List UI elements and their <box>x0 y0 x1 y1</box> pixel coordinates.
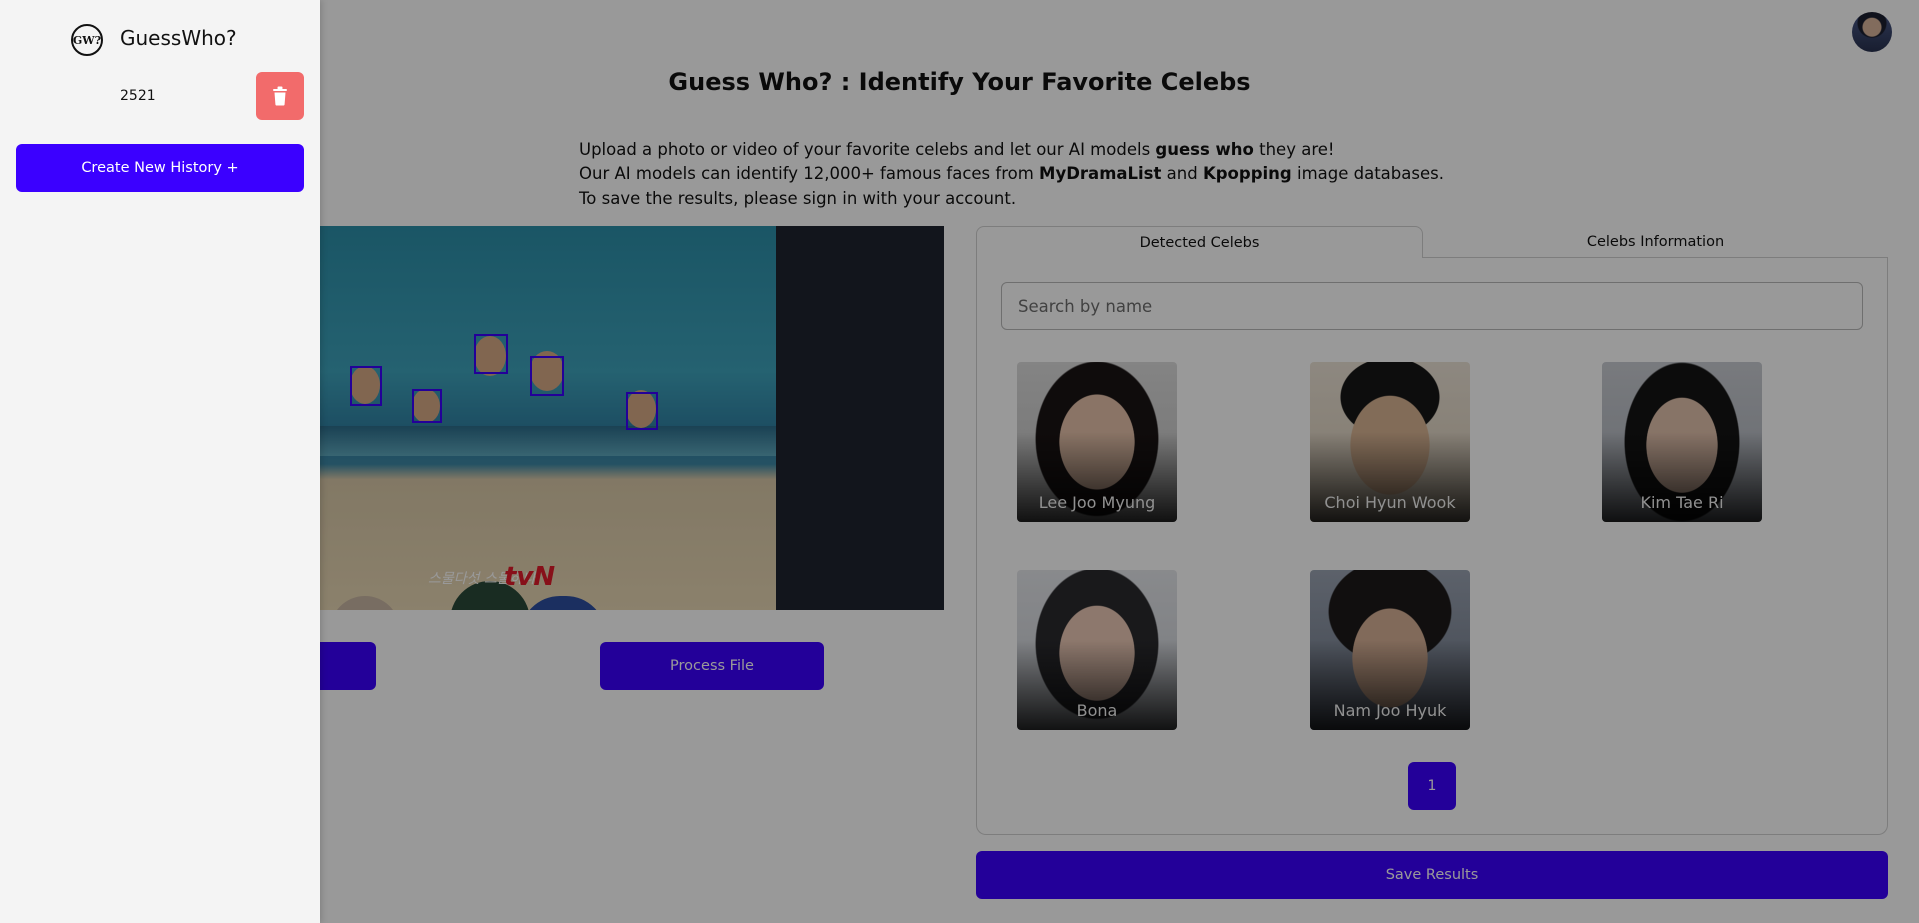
delete-history-button[interactable] <box>256 72 304 120</box>
history-drawer: GW? GuessWho? 2521 Create New History + <box>0 0 320 923</box>
app-logo: GW? <box>71 24 103 56</box>
create-new-history-button[interactable]: Create New History + <box>16 144 304 192</box>
trash-icon <box>273 86 287 106</box>
history-item[interactable]: 2521 <box>120 88 156 104</box>
app-name: GuessWho? <box>120 26 237 50</box>
